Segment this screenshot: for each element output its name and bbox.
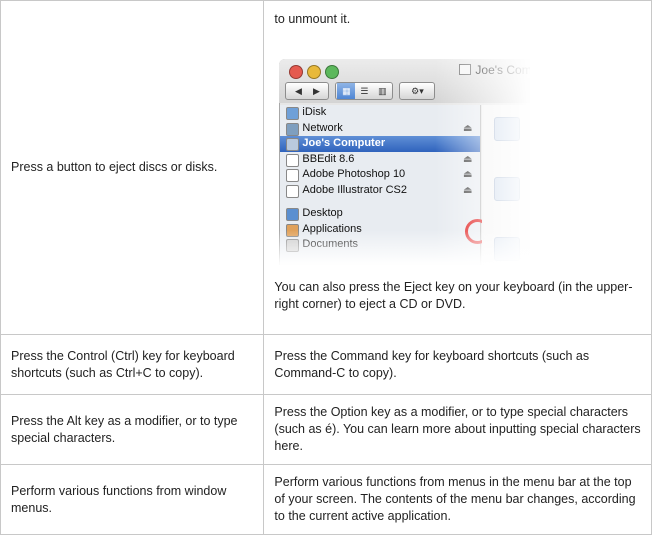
sidebar-item[interactable]: BBEdit 8.6 ⏏ xyxy=(280,152,480,168)
sidebar-item[interactable]: Joe's Computer xyxy=(280,136,481,152)
sidebar-item-label: Adobe Illustrator CS2 xyxy=(302,183,407,196)
sidebar-item[interactable]: iDisk xyxy=(280,105,480,121)
sidebar-item[interactable]: Adobe Photoshop 10 ⏏ xyxy=(280,167,480,183)
sidebar-item-label: BBEdit 8.6 xyxy=(302,152,355,165)
table-row: Press the Alt key as a modifier, or to t… xyxy=(0,394,652,465)
eject-icon[interactable]: ⏏ xyxy=(463,183,472,199)
icon-view-icon[interactable]: ▦ xyxy=(337,83,356,99)
intro-text: to unmount it. xyxy=(274,12,351,26)
back-forward-buttons[interactable]: ◀ ▶ xyxy=(285,82,330,100)
mac-cell: Press the Command key for keyboard short… xyxy=(263,334,652,395)
computer-icon xyxy=(286,138,300,151)
comparison-table: Press a button to eject discs or disks. … xyxy=(0,0,652,535)
window-proxy-icon xyxy=(459,64,472,75)
finder-content-pane xyxy=(482,105,531,265)
sidebar-item-label: iDisk xyxy=(302,106,327,118)
eject-icon[interactable]: ⏏ xyxy=(463,167,472,183)
documents-icon xyxy=(286,239,300,252)
sidebar-item-label: Applications xyxy=(302,222,362,235)
system-icon[interactable] xyxy=(494,237,521,261)
eject-icon[interactable]: ⏏ xyxy=(463,152,472,168)
mac-cell: Perform various functions from menus in … xyxy=(263,464,652,535)
table-row: Press a button to eject discs or disks. … xyxy=(0,0,652,335)
gear-icon: ⚙▾ xyxy=(411,86,424,96)
sidebar-item[interactable]: Adobe Illustrator CS2 ⏏ xyxy=(280,183,480,199)
window-title: Joe's Computer xyxy=(459,62,530,79)
sidebar-item-label: Network xyxy=(302,121,343,134)
table-row: Press the Control (Ctrl) key for keyboar… xyxy=(0,334,652,395)
forward-arrow-icon[interactable]: ▶ xyxy=(307,83,325,99)
sidebar-item[interactable]: Network ⏏ xyxy=(280,121,480,137)
windows-cell: Perform various functions from window me… xyxy=(0,464,265,535)
eject-key-note: You can also press the Eject key on your… xyxy=(274,280,633,311)
disk-icon xyxy=(286,184,300,198)
desktop-icon xyxy=(286,208,300,221)
column-view-icon[interactable]: ▥ xyxy=(373,83,391,99)
action-menu-button[interactable]: ⚙▾ xyxy=(399,82,436,100)
sidebar-item-label: Desktop xyxy=(302,207,343,219)
finder-window-screenshot: Joe's Computer ◀▶ ▦☰▥ ⚙▾ iDisk Network ⏏ Jo… xyxy=(275,55,531,265)
network-icon xyxy=(286,122,300,136)
sidebar-item-label: Adobe Photoshop 10 xyxy=(302,168,406,180)
application-icon[interactable] xyxy=(494,117,521,141)
windows-cell: Press the Alt key as a modifier, or to t… xyxy=(0,394,265,465)
disk-icon xyxy=(286,153,300,167)
applications-icon xyxy=(286,223,300,237)
back-arrow-icon[interactable]: ◀ xyxy=(289,83,307,99)
disk-icon xyxy=(286,169,300,182)
windows-cell: Press a button to eject discs or disks. xyxy=(0,0,265,335)
sidebar-item-label: Joe's Computer xyxy=(302,137,386,149)
sidebar-item[interactable]: Documents xyxy=(280,237,480,253)
view-buttons[interactable]: ▦ ☰ ▥ xyxy=(335,82,394,100)
eject-icon[interactable]: ⏏ xyxy=(463,121,472,137)
sidebar-item[interactable]: Applications xyxy=(280,222,480,238)
mac-cell: to unmount it. Joe's Computer ◀▶ ▦☰▥ ⚙▾ xyxy=(263,0,652,335)
windows-cell: Press the Control (Ctrl) key for keyboar… xyxy=(0,334,265,395)
table-row: Perform various functions from window me… xyxy=(0,464,652,535)
mac-cell: Press the Option key as a modifier, or t… xyxy=(263,394,652,465)
finder-sidebar: iDisk Network ⏏ Joe's Computer BBEdit 8.6 ⏏ Ad… xyxy=(280,105,482,265)
sidebar-item-label: Documents xyxy=(302,238,359,250)
sidebar-item[interactable]: Desktop xyxy=(280,206,480,222)
library-icon[interactable] xyxy=(494,177,521,201)
list-view-icon[interactable]: ☰ xyxy=(355,83,373,99)
idisk-icon xyxy=(286,107,300,120)
